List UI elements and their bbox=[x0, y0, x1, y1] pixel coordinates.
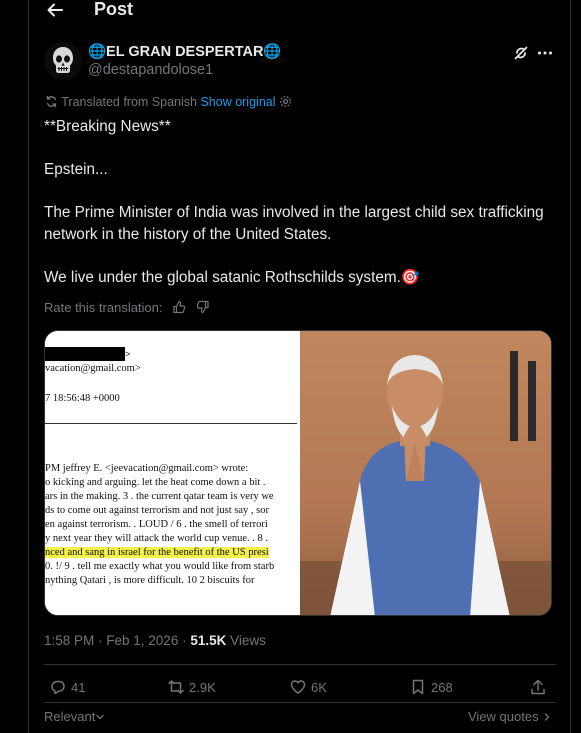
settings-gear-icon[interactable] bbox=[279, 95, 292, 108]
bookmark-button[interactable]: 268 bbox=[409, 678, 453, 696]
like-button[interactable]: 6K bbox=[289, 678, 327, 696]
document-line: 0. !/ 9 . tell me exactly what you would… bbox=[45, 561, 275, 572]
reply-icon bbox=[51, 680, 65, 695]
document-divider bbox=[45, 423, 297, 424]
media-grid[interactable]: > vacation@gmail.com> 7 18:56:48 +0000 P… bbox=[44, 330, 552, 616]
reply-count: 41 bbox=[71, 680, 86, 695]
repost-icon bbox=[168, 680, 184, 694]
relevant-label: Relevant bbox=[44, 709, 96, 724]
rate-translation: Rate this translation: bbox=[44, 300, 210, 315]
redaction-bar bbox=[45, 347, 125, 361]
bookmark-count: 268 bbox=[431, 680, 453, 695]
post-line-system: We live under the global satanic Rothsch… bbox=[44, 268, 420, 286]
back-arrow-icon[interactable] bbox=[45, 0, 65, 20]
more-options-icon[interactable] bbox=[536, 44, 554, 62]
portrait-photo[interactable] bbox=[300, 331, 551, 615]
document-line: nything Qatari , is more difficult. 10 2… bbox=[45, 575, 255, 586]
action-bar: 41 2.9K 6K 268 bbox=[29, 678, 572, 700]
page-title: Post bbox=[94, 0, 134, 19]
document-line-highlighted: nced and sang in israel for the benefit … bbox=[45, 547, 269, 558]
avatar[interactable] bbox=[44, 42, 82, 80]
post-meta: 1:58 PM · Feb 1, 2026 · 51.5K Views bbox=[44, 633, 266, 648]
post-timestamp[interactable]: 1:58 PM · Feb 1, 2026 · bbox=[44, 633, 190, 648]
document-line: vacation@gmail.com> bbox=[45, 363, 141, 374]
share-button[interactable] bbox=[529, 678, 551, 696]
reply-button[interactable]: 41 bbox=[49, 678, 85, 696]
translation-notice: Translated from Spanish Show original bbox=[45, 95, 292, 109]
bookmark-icon bbox=[412, 679, 424, 695]
post-line-epstein: Epstein... bbox=[44, 161, 108, 178]
heart-icon bbox=[290, 680, 306, 694]
sort-relevant-dropdown[interactable]: Relevant bbox=[44, 709, 105, 724]
document-line: 7 18:56:48 +0000 bbox=[45, 393, 120, 404]
repost-count: 2.9K bbox=[189, 680, 216, 695]
document-line: ds to come out against terrorism and not… bbox=[45, 505, 269, 516]
thumbs-up-icon[interactable] bbox=[172, 300, 186, 314]
document-line: PM jeffrey E. <jeevacation@gmail.com> wr… bbox=[45, 463, 249, 474]
share-icon bbox=[531, 679, 545, 695]
views-count: 51.5K bbox=[190, 633, 227, 648]
chevron-down-icon bbox=[96, 714, 104, 720]
author-name[interactable]: 🌐EL GRAN DESPERTAR🌐 bbox=[88, 43, 281, 60]
grok-icon[interactable] bbox=[512, 44, 530, 62]
divider bbox=[44, 702, 556, 703]
author-handle[interactable]: @destapandolose1 bbox=[88, 62, 213, 78]
thumbs-down-icon[interactable] bbox=[196, 300, 210, 314]
document-line: ars in the making. 3 . the current qatar… bbox=[45, 491, 274, 502]
post-text: **Breaking News** Epstein... The Prime M… bbox=[44, 116, 544, 288]
document-line: o kicking and arguing. let the heat come… bbox=[45, 477, 266, 488]
chevron-right-icon bbox=[545, 713, 550, 721]
document-image[interactable]: > vacation@gmail.com> 7 18:56:48 +0000 P… bbox=[45, 331, 297, 615]
document-line: y next year they will attack the world c… bbox=[45, 533, 269, 544]
post-header: Post bbox=[29, 0, 572, 24]
view-quotes-label: View quotes bbox=[468, 709, 539, 724]
post-line-claim: The Prime Minister of India was involved… bbox=[44, 204, 544, 243]
like-count: 6K bbox=[311, 680, 327, 695]
post-line-breaking: **Breaking News** bbox=[44, 118, 171, 135]
translate-icon bbox=[46, 95, 57, 108]
show-original-link[interactable]: Show original bbox=[200, 95, 275, 109]
repost-button[interactable]: 2.9K bbox=[167, 678, 216, 696]
views-label: Views bbox=[226, 633, 266, 648]
divider bbox=[44, 664, 556, 665]
post-column: Post 🌐EL GRAN DESPERTAR🌐 @destapandolose… bbox=[28, 0, 571, 733]
document-line: en against terrorism. . LOUD / 6 . the s… bbox=[45, 519, 268, 530]
translated-from-label: Translated from Spanish bbox=[61, 95, 197, 109]
rate-translation-label: Rate this translation: bbox=[44, 300, 163, 315]
view-quotes-link[interactable]: View quotes bbox=[468, 709, 552, 724]
